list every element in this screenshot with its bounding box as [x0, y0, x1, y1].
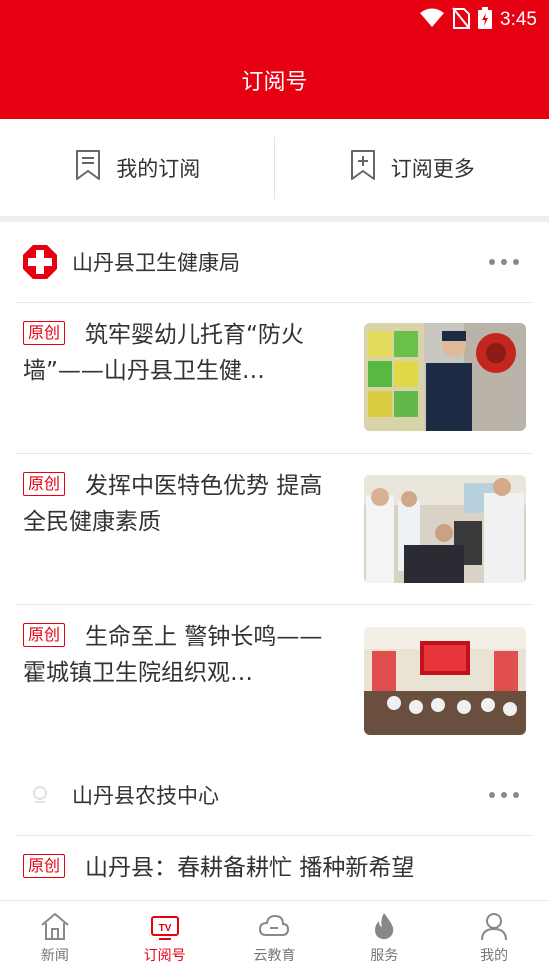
article-title: 生命至上 警钟长鸣——霍城镇卫生院组织观… — [23, 624, 323, 686]
status-bar: 3:45 — [0, 0, 549, 40]
article-text: 原创 发挥中医特色优势 提高全民健康素质 — [23, 468, 333, 540]
no-sim-icon — [452, 7, 471, 33]
user-icon — [478, 911, 510, 941]
nav-profile[interactable]: 我的 — [439, 901, 549, 976]
nav-cloud-education[interactable]: 云教育 — [220, 901, 330, 976]
section-name: 山丹县农技中心 — [72, 784, 219, 808]
article-item[interactable]: 原创 发挥中医特色优势 提高全民健康素质 — [0, 454, 549, 604]
more-icon[interactable] — [489, 259, 519, 265]
section-header[interactable]: 山丹县卫生健康局 — [0, 222, 549, 302]
article-thumbnail — [364, 475, 526, 583]
original-badge: 原创 — [23, 854, 66, 878]
nav-subscriptions[interactable]: TV 订阅号 — [110, 901, 220, 976]
tab-label: 我的订阅 — [116, 156, 201, 181]
section-header[interactable]: 山丹县农技中心 — [0, 755, 549, 835]
article-thumbnail — [364, 627, 526, 735]
more-icon[interactable] — [489, 792, 519, 798]
tab-label: 订阅更多 — [390, 156, 475, 181]
page-title: 订阅号 — [241, 69, 308, 95]
original-badge: 原创 — [23, 472, 66, 496]
header: 订阅号 — [0, 40, 549, 119]
article-item[interactable]: 原创 山丹县：春耕备耕忙 播种新希望 — [0, 836, 549, 900]
nav-label: 订阅号 — [143, 948, 186, 964]
nav-label: 我的 — [480, 948, 509, 964]
nav-label: 服务 — [370, 948, 399, 964]
section-name: 山丹县卫生健康局 — [72, 251, 240, 275]
article-thumbnail — [364, 323, 526, 431]
wifi-icon — [420, 8, 445, 32]
nav-label: 云教育 — [253, 948, 296, 964]
subscription-tabs: 我的订阅 订阅更多 — [0, 119, 549, 216]
article-item[interactable]: 原创 生命至上 警钟长鸣——霍城镇卫生院组织观… — [0, 605, 549, 755]
agri-center-logo-icon — [22, 777, 58, 813]
article-title: 发挥中医特色优势 提高全民健康素质 — [23, 473, 323, 535]
home-icon — [39, 911, 71, 941]
tab-subscribe-more[interactable]: 订阅更多 — [275, 119, 549, 216]
battery-icon — [478, 7, 493, 33]
cloud-icon — [258, 911, 290, 941]
article-text: 原创 山丹县：春耕备耕忙 播种新希望 — [23, 850, 503, 886]
tab-divider — [274, 137, 275, 199]
svg-text:TV: TV — [158, 923, 171, 934]
article-title: 山丹县：春耕备耕忙 播种新希望 — [85, 855, 415, 881]
flame-icon — [368, 911, 400, 941]
article-text: 原创 筑牢婴幼儿托育“防火墙”——山丹县卫生健… — [23, 317, 333, 389]
tv-icon: TV — [149, 911, 181, 941]
tab-my-subscriptions[interactable]: 我的订阅 — [0, 119, 275, 216]
nav-services[interactable]: 服务 — [329, 901, 439, 976]
bookmark-icon — [74, 149, 102, 186]
original-badge: 原创 — [23, 321, 66, 345]
article-item[interactable]: 原创 筑牢婴幼儿托育“防火墙”——山丹县卫生健… — [0, 303, 549, 453]
red-cross-icon — [22, 244, 58, 280]
status-time: 3:45 — [500, 9, 537, 30]
nav-label: 新闻 — [40, 948, 69, 964]
nav-news[interactable]: 新闻 — [0, 901, 110, 976]
article-text: 原创 生命至上 警钟长鸣——霍城镇卫生院组织观… — [23, 619, 333, 691]
original-badge: 原创 — [23, 623, 66, 647]
article-title: 筑牢婴幼儿托育“防火墙”——山丹县卫生健… — [23, 322, 304, 384]
bookmark-add-icon — [349, 149, 377, 186]
bottom-nav: 新闻 TV 订阅号 云教育 服务 我的 — [0, 900, 549, 976]
